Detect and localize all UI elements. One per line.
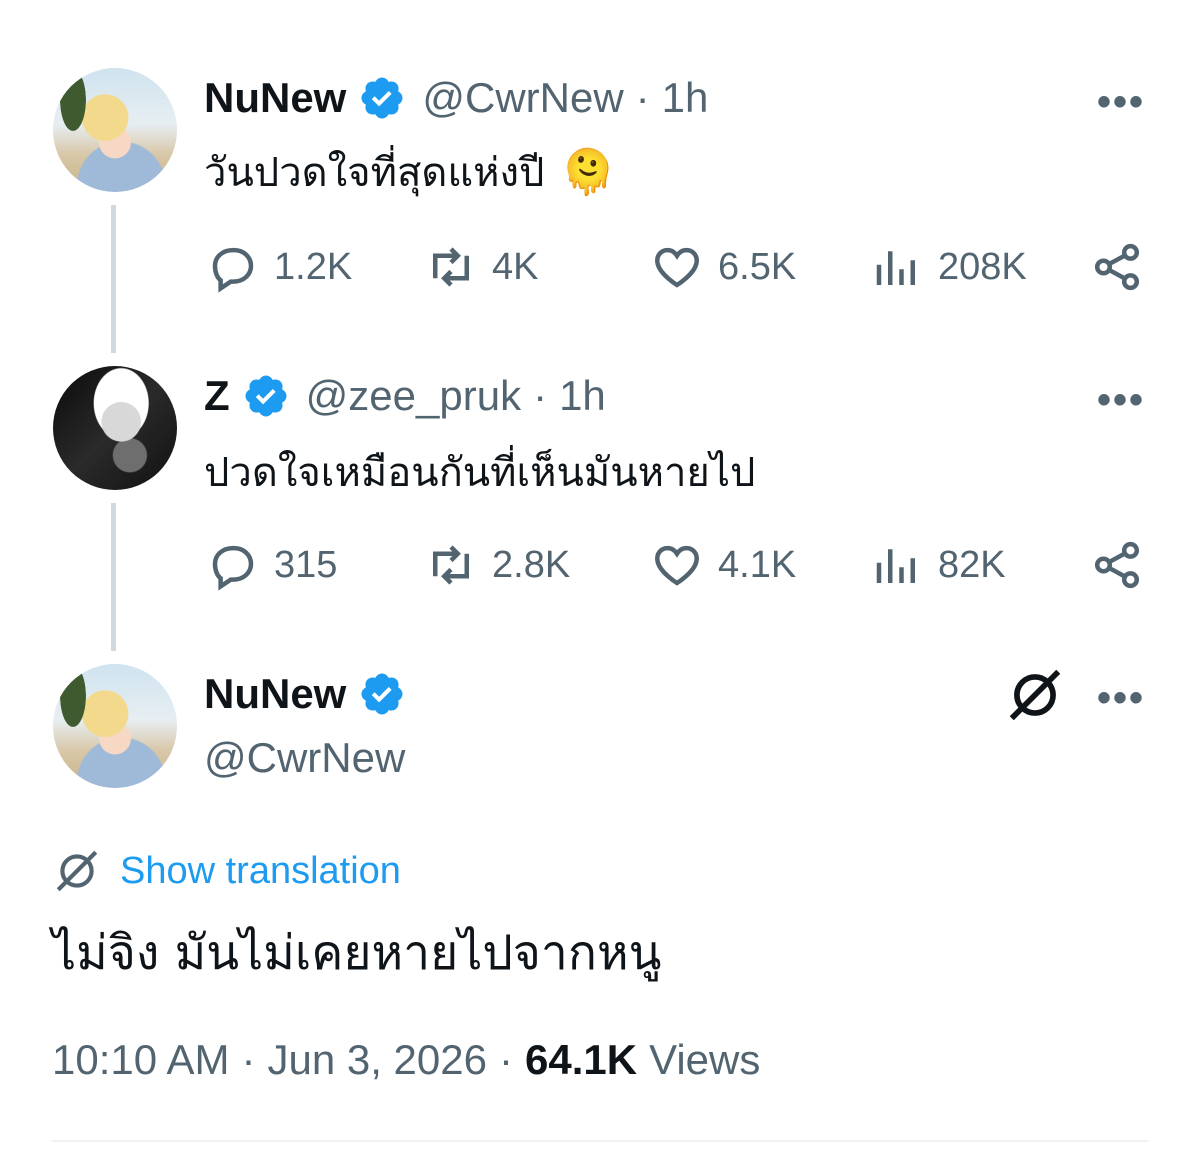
thread-line	[111, 205, 116, 353]
like-button[interactable]: 6.5K	[650, 240, 796, 294]
tweet-meta: 10:10 AM · Jun 3, 2026 · 64.1K Views	[52, 1036, 760, 1084]
repost-icon	[433, 545, 469, 585]
views-label: Views	[649, 1036, 761, 1083]
reply-icon	[212, 545, 254, 591]
avatar-nunew[interactable]	[53, 68, 177, 192]
tweet-text-content: วันปวดใจที่สุดแห่งปี	[204, 150, 545, 196]
share-icon	[1094, 243, 1140, 291]
like-count: 6.5K	[718, 245, 797, 288]
separator: ·	[635, 74, 650, 121]
tweet-time[interactable]: 1h	[559, 372, 606, 420]
author-handle[interactable]: @CwrNew	[422, 74, 623, 122]
author-name[interactable]: Z	[204, 372, 230, 420]
repost-button[interactable]: 2.8K	[424, 538, 570, 592]
share-icon	[1094, 541, 1140, 589]
tweet-header: Z @zee_pruk · 1h	[204, 372, 606, 420]
show-translation[interactable]: Show translation	[52, 846, 401, 896]
more-options-button[interactable]: •••	[1097, 676, 1145, 721]
tweet-time[interactable]: 10:10 AM	[52, 1036, 229, 1084]
thread-line	[111, 503, 116, 651]
reply-button[interactable]: 315	[206, 538, 337, 592]
separator: ·	[498, 1036, 513, 1083]
views-count: 64.1K	[524, 1036, 638, 1083]
analytics-icon	[876, 549, 915, 583]
more-options-button[interactable]: •••	[1097, 80, 1145, 125]
show-translation-link[interactable]: Show translation	[120, 850, 401, 893]
avatar-nunew[interactable]	[53, 664, 177, 788]
more-options-button[interactable]: •••	[1097, 378, 1145, 423]
views-button[interactable]: 208K	[870, 240, 1027, 294]
melting-face-emoji: 🫠	[560, 147, 616, 198]
like-count: 4.1K	[718, 543, 797, 586]
tweet-time[interactable]: 1h	[662, 74, 709, 122]
grok-icon	[1009, 669, 1061, 721]
tweet-text: วันปวดใจที่สุดแห่งปี 🫠	[204, 140, 615, 204]
reply-icon	[212, 247, 254, 293]
main-tweet-header: NuNew	[204, 670, 406, 718]
like-button[interactable]: 4.1K	[650, 538, 796, 592]
analytics-icon	[876, 251, 915, 285]
repost-count: 4K	[492, 245, 539, 288]
repost-icon	[433, 247, 469, 287]
views-count: 208K	[938, 245, 1027, 288]
avatar-z[interactable]	[53, 366, 177, 490]
repost-count: 2.8K	[492, 543, 571, 586]
author-handle[interactable]: @zee_pruk	[306, 372, 521, 420]
tweet-date[interactable]: Jun 3, 2026	[267, 1036, 487, 1084]
share-button[interactable]	[1090, 538, 1144, 592]
grok-translate-icon	[56, 850, 98, 892]
tweet-header: NuNew @CwrNew · 1h	[204, 74, 708, 122]
verified-badge-icon	[361, 673, 403, 715]
divider	[52, 1140, 1148, 1142]
heart-icon	[655, 545, 699, 586]
grok-button[interactable]	[1004, 664, 1066, 726]
verified-badge-icon	[245, 375, 287, 417]
reply-count: 315	[274, 543, 338, 586]
repost-button[interactable]: 4K	[424, 240, 538, 294]
views-count: 82K	[938, 543, 1006, 586]
tweet-text: ปวดใจเหมือนกันที่เห็นมันหายไป	[204, 450, 756, 496]
views-button[interactable]: 82K	[870, 538, 1006, 592]
reply-button[interactable]: 1.2K	[206, 240, 352, 294]
author-handle[interactable]: @CwrNew	[204, 734, 405, 782]
separator: ·	[241, 1036, 256, 1083]
separator: ·	[533, 372, 548, 419]
share-button[interactable]	[1090, 240, 1144, 294]
main-tweet-text: ไม่จิง มันไม่เคยหายไปจากหนู	[52, 925, 662, 981]
heart-icon	[655, 247, 699, 288]
reply-count: 1.2K	[274, 245, 353, 288]
author-name[interactable]: NuNew	[204, 74, 346, 122]
verified-badge-icon	[361, 77, 403, 119]
author-name[interactable]: NuNew	[204, 670, 346, 718]
